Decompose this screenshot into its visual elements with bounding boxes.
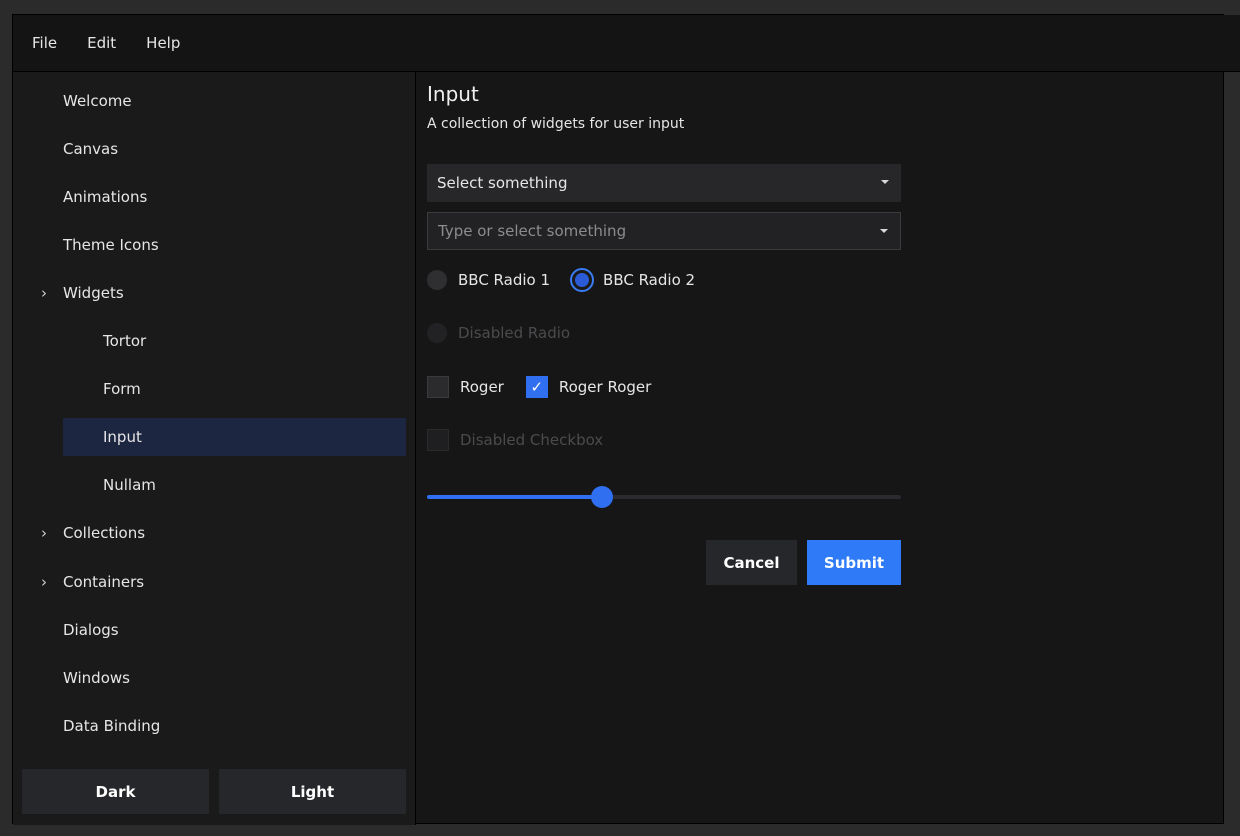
checkbox-disabled — [427, 429, 449, 451]
slider-thumb[interactable] — [591, 486, 614, 508]
sidebar-item-label: Widgets — [63, 284, 124, 302]
sidebar-item-tortor[interactable]: Tortor — [63, 322, 406, 360]
sidebar-item-label: Form — [103, 380, 141, 398]
sidebar-item-label: Collections — [63, 524, 146, 542]
sidebar-item-label: Dialogs — [63, 621, 119, 639]
sidebar-item-widgets[interactable]: Widgets — [63, 274, 406, 312]
sidebar-item-theme-icons[interactable]: Theme Icons — [63, 226, 406, 264]
menu-bar: File Edit Help — [13, 15, 1240, 72]
checkbox-label[interactable]: Roger — [460, 378, 504, 396]
submit-button[interactable]: Submit — [807, 540, 901, 585]
sidebar-item-canvas[interactable]: Canvas — [63, 130, 406, 168]
chevron-right-icon[interactable]: › — [38, 274, 50, 312]
sidebar-item-label: Input — [103, 428, 142, 446]
sidebar-item-label: Welcome — [63, 92, 132, 110]
sidebar-item-label: Tortor — [103, 332, 147, 350]
caret-down-icon[interactable] — [880, 229, 888, 233]
sidebar-item-label: Windows — [63, 669, 130, 687]
checkbox-roger-roger[interactable]: ✓ — [525, 376, 548, 398]
sidebar-item-label: Canvas — [63, 140, 119, 158]
app-window: File Edit Help Welcome Canvas Animations… — [12, 14, 1240, 825]
radio-label[interactable]: BBC Radio 1 — [458, 271, 550, 289]
select-dropdown[interactable]: Select something — [427, 164, 901, 202]
sidebar-item-containers[interactable]: Containers — [63, 563, 406, 601]
disabled-radio-row: Disabled Radio — [427, 323, 570, 343]
chevron-right-icon[interactable]: › — [38, 514, 50, 552]
radio-disabled — [427, 323, 447, 343]
radio-bbc-1[interactable] — [427, 270, 447, 290]
main-content: Input A collection of widgets for user i… — [416, 72, 1224, 825]
sidebar-item-label: Nullam — [103, 476, 156, 494]
page-subtitle: A collection of widgets for user input — [427, 116, 685, 132]
dark-theme-button[interactable]: Dark — [22, 769, 209, 814]
page-title: Input — [427, 82, 479, 106]
light-theme-button[interactable]: Light — [219, 769, 406, 814]
sidebar-item-data-binding[interactable]: Data Binding — [63, 707, 406, 745]
sidebar-item-collections[interactable]: Collections — [63, 514, 406, 552]
sidebar-item-welcome[interactable]: Welcome — [63, 82, 406, 120]
check-icon: ✓ — [530, 378, 544, 396]
chevron-right-icon[interactable]: › — [38, 563, 50, 601]
sidebar-item-form[interactable]: Form — [63, 370, 406, 408]
slider-fill — [427, 495, 603, 499]
radio-label[interactable]: BBC Radio 2 — [603, 271, 695, 289]
checkbox-label[interactable]: Roger Roger — [559, 378, 651, 396]
radio-label: Disabled Radio — [458, 324, 571, 342]
sidebar-item-label: Data Binding — [63, 717, 161, 735]
menu-file[interactable]: File — [32, 34, 57, 52]
combo-entry[interactable]: Type or select something — [427, 212, 901, 250]
disabled-checkbox-row: Disabled Checkbox — [427, 429, 603, 451]
radio-bbc-2[interactable] — [572, 270, 593, 290]
slider[interactable] — [427, 486, 901, 508]
combo-placeholder: Type or select something — [438, 222, 627, 240]
caret-down-icon — [881, 180, 889, 184]
sidebar-item-label: Containers — [63, 573, 145, 591]
cancel-button[interactable]: Cancel — [706, 540, 797, 585]
checkbox-group: Roger ✓ Roger Roger — [427, 376, 651, 398]
sidebar-item-windows[interactable]: Windows — [63, 659, 406, 697]
radio-group: BBC Radio 1 BBC Radio 2 — [427, 270, 695, 290]
menu-help[interactable]: Help — [146, 34, 180, 52]
sidebar-item-label: Theme Icons — [63, 236, 159, 254]
checkbox-roger[interactable] — [427, 376, 449, 398]
menu-edit[interactable]: Edit — [87, 34, 116, 52]
sidebar-item-input[interactable]: Input — [63, 418, 406, 456]
sidebar-item-nullam[interactable]: Nullam — [63, 466, 406, 504]
sidebar-item-dialogs[interactable]: Dialogs — [63, 611, 406, 649]
select-value: Select something — [437, 174, 568, 192]
sidebar-item-animations[interactable]: Animations — [63, 178, 406, 216]
sidebar: Welcome Canvas Animations Theme Icons › … — [13, 72, 416, 825]
checkbox-label: Disabled Checkbox — [460, 431, 604, 449]
sidebar-item-label: Animations — [63, 188, 148, 206]
